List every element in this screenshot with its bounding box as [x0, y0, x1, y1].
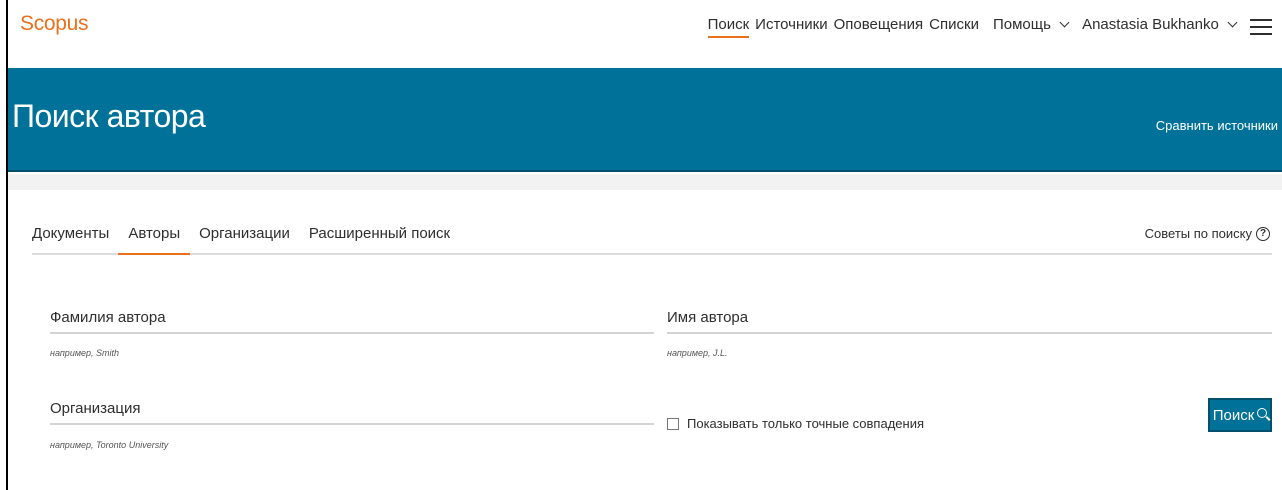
first-name-hint: например, J.L. [667, 348, 728, 358]
chevron-down-icon [1059, 17, 1070, 28]
nav-user-name: Anastasia Bukhanko [1082, 16, 1219, 33]
affiliation-hint: например, Toronto University [50, 440, 169, 450]
hamburger-menu-icon[interactable] [1250, 18, 1272, 36]
affiliation-field[interactable]: Организация [50, 400, 654, 426]
nav-user-menu[interactable]: Anastasia Bukhanko [1082, 16, 1238, 37]
last-name-input[interactable] [50, 309, 654, 333]
last-name-hint: например, Smith [50, 348, 120, 358]
tab-advanced-search[interactable]: Расширенный поиск [309, 225, 450, 253]
chevron-down-icon [1227, 17, 1238, 28]
page-banner: Поиск автора Сравнить источники [8, 68, 1282, 172]
affiliation-input[interactable] [50, 400, 654, 424]
compare-sources-link[interactable]: Сравнить источники [1156, 118, 1278, 133]
top-navigation: Scopus Поиск Источники Оповещения Списки… [8, 0, 1282, 68]
exact-match-checkbox[interactable] [667, 417, 679, 430]
magnifier-icon [1257, 408, 1268, 418]
search-tabs: Документы Авторы Организации Расширенный… [32, 225, 1272, 255]
tab-documents[interactable]: Документы [32, 225, 109, 253]
nav-help-menu[interactable]: Помощь [992, 16, 1070, 37]
search-tips-link[interactable]: Советы по поиску ? [1145, 226, 1270, 241]
nav-alerts-link[interactable]: Оповещения [834, 16, 924, 37]
tab-affiliations[interactable]: Организации [199, 225, 290, 253]
search-tips-label: Советы по поиску [1144, 226, 1252, 241]
question-circle-icon: ? [1256, 226, 1270, 241]
search-button[interactable]: Поиск [1208, 398, 1272, 432]
exact-match-label: Показывать только точные совпадения [687, 416, 925, 431]
scopus-logo[interactable]: Scopus [20, 12, 89, 36]
divider-strip [8, 174, 1282, 190]
search-button-label: Поиск [1212, 406, 1255, 424]
nav-search-link[interactable]: Поиск [707, 16, 749, 38]
exact-match-option[interactable]: Показывать только точные совпадения [667, 416, 924, 431]
nav-lists-link[interactable]: Списки [929, 16, 979, 37]
first-name-field[interactable]: Имя автора [667, 309, 1272, 335]
nav-sources-link[interactable]: Источники [755, 16, 827, 37]
main-nav: Поиск Источники Оповещения Списки Помощь… [702, 16, 1272, 38]
first-name-input[interactable] [667, 309, 1272, 333]
tab-authors[interactable]: Авторы [118, 225, 190, 255]
nav-help-label: Помощь [992, 16, 1051, 33]
page-title: Поиск автора [12, 98, 206, 134]
last-name-field[interactable]: Фамилия автора [50, 309, 654, 335]
